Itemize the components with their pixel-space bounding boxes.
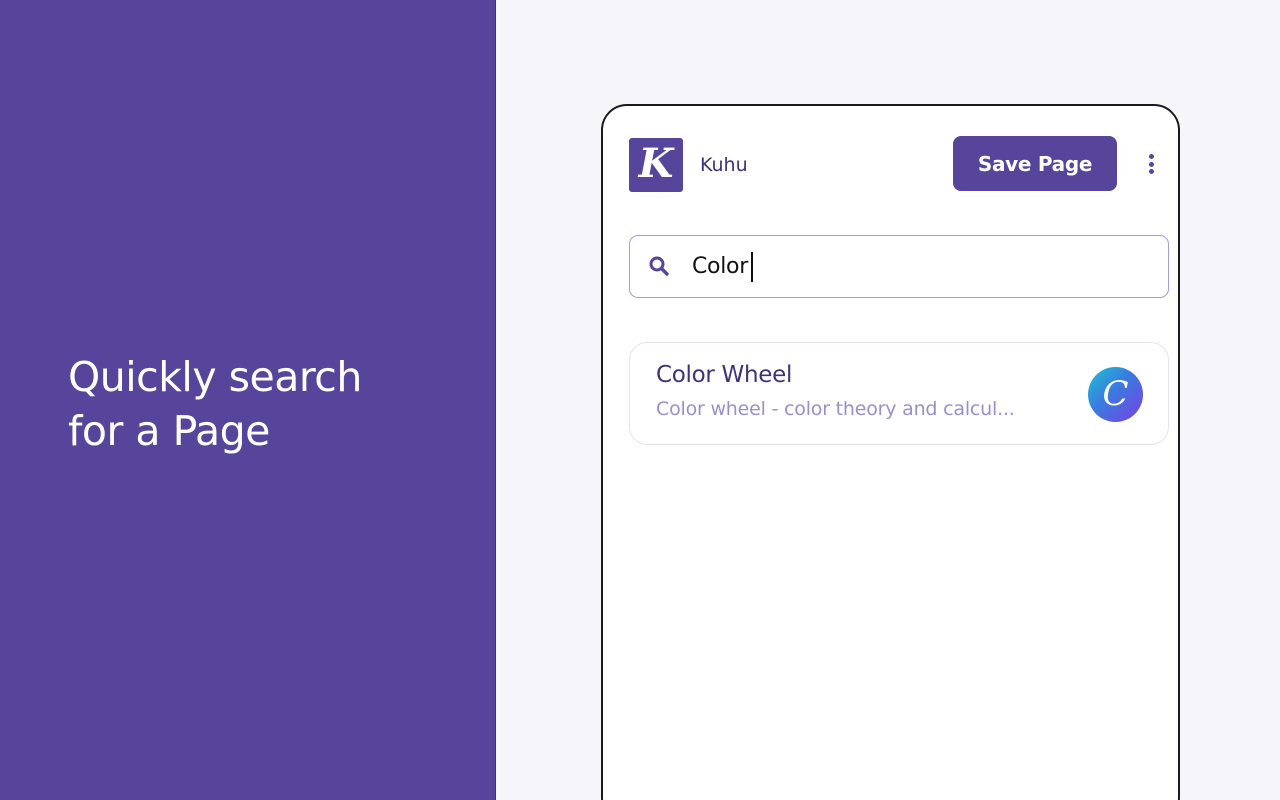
kebab-dot <box>1148 169 1154 174</box>
more-vertical-icon[interactable] <box>1141 151 1161 177</box>
result-description: Color wheel - color theory and calcul... <box>656 398 1015 420</box>
search-box[interactable] <box>629 235 1169 298</box>
promo-tagline: Quickly search for a Page <box>68 353 362 455</box>
search-result-item[interactable]: Color Wheel Color wheel - color theory a… <box>629 342 1169 445</box>
kebab-dot <box>1148 154 1154 159</box>
search-input[interactable] <box>692 246 1142 286</box>
extension-popup: K Kuhu Save Page Color Wheel Color wheel… <box>601 104 1180 800</box>
kuhu-logo: K <box>629 138 683 192</box>
logo-letter: K <box>638 140 674 187</box>
kebab-dot <box>1148 161 1154 167</box>
brand-name: Kuhu <box>700 154 748 176</box>
site-favicon-icon: C <box>1088 367 1143 422</box>
search-icon <box>649 256 669 276</box>
save-page-button[interactable]: Save Page <box>953 136 1117 191</box>
promo-panel: Quickly search for a Page <box>0 0 496 800</box>
result-title: Color Wheel <box>656 362 793 388</box>
text-caret <box>751 252 753 282</box>
favicon-letter: C <box>1102 373 1129 414</box>
